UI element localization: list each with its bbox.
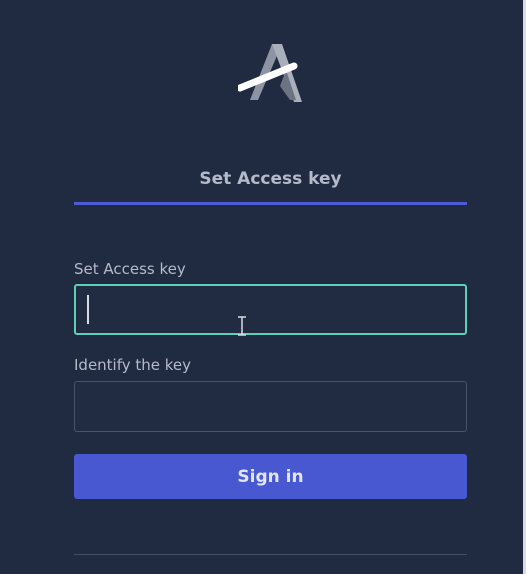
tab-label: Set Access key xyxy=(199,169,342,189)
access-key-label: Set Access key xyxy=(74,260,186,278)
access-key-input[interactable] xyxy=(74,284,467,335)
sign-in-button[interactable]: Sign in xyxy=(74,454,467,499)
text-cursor-icon xyxy=(238,316,246,336)
text-caret xyxy=(87,295,89,324)
identify-key-input[interactable] xyxy=(74,381,467,432)
login-page: Set Access key Set Access key Identify t… xyxy=(0,0,526,574)
app-logo-icon xyxy=(238,44,302,102)
tab-active-indicator xyxy=(74,202,467,205)
identify-key-label: Identify the key xyxy=(74,356,192,374)
tab-set-access-key[interactable]: Set Access key xyxy=(74,166,467,205)
footer-divider xyxy=(74,554,467,555)
